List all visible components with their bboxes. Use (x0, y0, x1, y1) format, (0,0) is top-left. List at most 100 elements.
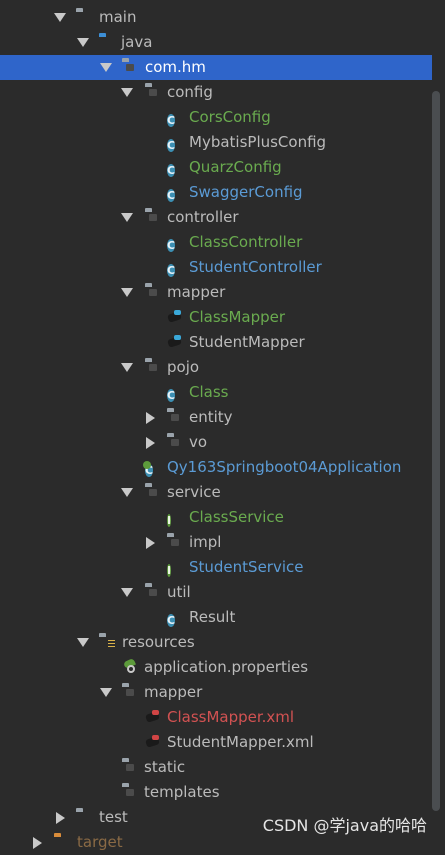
class-icon: C (167, 139, 176, 152)
tree-node-controller[interactable]: controller (0, 205, 432, 230)
class-icon: C (167, 189, 176, 202)
tree-node-com-hm[interactable]: com.hm (0, 55, 432, 80)
tree-node-cors-config[interactable]: C CorsConfig (0, 105, 432, 130)
tree-node-config[interactable]: config (0, 80, 432, 105)
node-label: Qy163Springboot04Application (167, 458, 402, 476)
node-label: test (99, 808, 128, 826)
tree-node-class-controller[interactable]: C ClassController (0, 230, 432, 255)
node-label: pojo (167, 358, 200, 376)
folder-icon (122, 759, 138, 775)
tree-node-mapper[interactable]: mapper (0, 280, 432, 305)
tree-node-student-mapper[interactable]: StudentMapper (0, 330, 432, 355)
node-label: com.hm (145, 58, 206, 76)
node-label: controller (167, 208, 239, 226)
chevron-right-icon[interactable] (144, 411, 156, 424)
chevron-down-icon[interactable] (121, 487, 133, 499)
tree-node-mybatisplus-config[interactable]: C MybatisPlusConfig (0, 130, 432, 155)
mybatis-xml-icon (145, 734, 161, 750)
chevron-down-icon[interactable] (121, 87, 133, 99)
node-label: StudentController (189, 258, 322, 276)
tree-node-class-service[interactable]: I ClassService (0, 505, 432, 530)
node-label: application.properties (144, 658, 309, 676)
chevron-down-icon[interactable] (100, 62, 112, 74)
node-label: ClassController (189, 233, 303, 251)
tree-node-class-mapper[interactable]: ClassMapper (0, 305, 432, 330)
node-label: util (167, 583, 191, 601)
mybatis-xml-icon (145, 709, 161, 725)
resources-folder-icon (99, 634, 115, 650)
node-label: resources (122, 633, 195, 651)
tree-node-student-controller[interactable]: C StudentController (0, 255, 432, 280)
class-icon: C (167, 614, 176, 627)
node-label: service (167, 483, 221, 501)
node-label: main (99, 8, 137, 26)
node-label: QuarzConfig (189, 158, 282, 176)
tree-node-class[interactable]: C Class (0, 380, 432, 405)
chevron-right-icon[interactable] (31, 836, 43, 849)
mybatis-mapper-icon (167, 334, 183, 350)
package-icon (145, 284, 161, 300)
chevron-down-icon[interactable] (100, 687, 112, 699)
tree-node-service[interactable]: service (0, 480, 432, 505)
chevron-right-icon[interactable] (54, 811, 66, 824)
node-label: ClassMapper.xml (167, 708, 295, 726)
tree-node-swagger-config[interactable]: C SwaggerConfig (0, 180, 432, 205)
tree-node-class-mapper-xml[interactable]: ClassMapper.xml (0, 705, 432, 730)
node-label: mapper (167, 283, 226, 301)
tree-node-entity[interactable]: entity (0, 405, 432, 430)
tree-node-student-service[interactable]: I StudentService (0, 555, 432, 580)
chevron-down-icon[interactable] (121, 287, 133, 299)
folder-icon (122, 684, 138, 700)
chevron-right-icon[interactable] (144, 536, 156, 549)
tree-node-util[interactable]: util (0, 580, 432, 605)
tree-node-result[interactable]: C Result (0, 605, 432, 630)
package-icon (167, 409, 183, 425)
tree-node-templates[interactable]: templates (0, 780, 432, 805)
node-label: SwaggerConfig (189, 183, 303, 201)
node-label: entity (189, 408, 233, 426)
package-icon (145, 584, 161, 600)
package-icon (167, 534, 183, 550)
chevron-down-icon[interactable] (77, 37, 89, 49)
node-label: mapper (144, 683, 203, 701)
tree-node-application-properties[interactable]: application.properties (0, 655, 432, 680)
node-label: impl (189, 533, 222, 551)
chevron-down-icon[interactable] (77, 637, 89, 649)
node-label: StudentMapper.xml (167, 733, 314, 751)
interface-icon: I (167, 514, 172, 527)
package-icon (167, 434, 183, 450)
chevron-down-icon[interactable] (121, 212, 133, 224)
properties-file-icon (122, 659, 138, 675)
mybatis-mapper-icon (167, 309, 183, 325)
tree-node-main[interactable]: main (0, 5, 432, 30)
package-icon (122, 59, 138, 75)
tree-node-impl[interactable]: impl (0, 530, 432, 555)
tree-node-quarz-config[interactable]: C QuarzConfig (0, 155, 432, 180)
node-label: ClassMapper (189, 308, 286, 326)
spring-boot-app-icon: C (143, 460, 161, 477)
source-folder-icon (99, 34, 115, 50)
class-icon: C (167, 114, 176, 127)
tree-node-resources[interactable]: resources (0, 630, 432, 655)
vertical-scrollbar[interactable] (432, 91, 440, 811)
tree-node-student-mapper-xml[interactable]: StudentMapper.xml (0, 730, 432, 755)
node-label: Result (189, 608, 236, 626)
node-label: static (144, 758, 186, 776)
chevron-down-icon[interactable] (121, 362, 133, 374)
node-label: MybatisPlusConfig (189, 133, 327, 151)
chevron-right-icon[interactable] (144, 436, 156, 449)
folder-icon (76, 9, 92, 25)
tree-node-pojo[interactable]: pojo (0, 355, 432, 380)
tree-node-java[interactable]: java (0, 30, 432, 55)
tree-node-static[interactable]: static (0, 755, 432, 780)
node-label: StudentMapper (189, 333, 305, 351)
folder-icon (76, 809, 92, 825)
chevron-down-icon[interactable] (54, 12, 66, 24)
node-label: Class (189, 383, 229, 401)
class-icon: C (167, 264, 176, 277)
interface-icon: I (167, 564, 172, 577)
tree-node-resources-mapper[interactable]: mapper (0, 680, 432, 705)
tree-node-vo[interactable]: vo (0, 430, 432, 455)
tree-node-application[interactable]: C Qy163Springboot04Application (0, 455, 432, 480)
chevron-down-icon[interactable] (121, 587, 133, 599)
